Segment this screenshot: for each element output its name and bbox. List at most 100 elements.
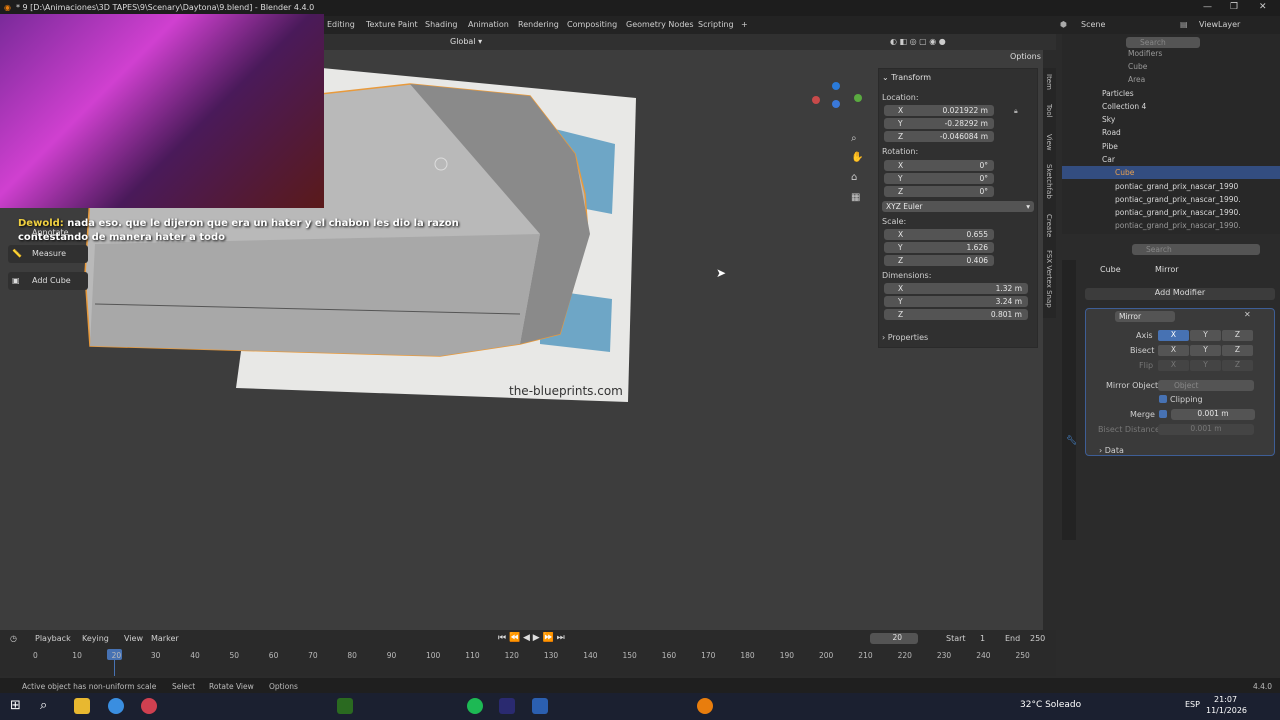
tab-sketchfab[interactable]: Sketchfab bbox=[1045, 164, 1053, 199]
outliner-row[interactable]: Cube bbox=[1062, 60, 1280, 73]
blueprint-site-label: the-blueprints.com bbox=[509, 384, 623, 398]
photoshop-icon[interactable] bbox=[337, 698, 353, 714]
windows-start-icon[interactable]: ⊞ bbox=[10, 698, 21, 713]
tab-create[interactable]: Create bbox=[1045, 214, 1053, 237]
bisect-z-toggle[interactable]: Z bbox=[1222, 345, 1253, 356]
transform-section[interactable]: ⌄ Transform bbox=[882, 73, 931, 82]
shading-mode-icons[interactable]: ◐ ◧ ◎ ▢ ◉ ● bbox=[890, 37, 946, 46]
current-frame-field[interactable]: 20 bbox=[870, 633, 918, 644]
opera-icon[interactable] bbox=[141, 698, 157, 714]
transform-orientation-dropdown[interactable]: Global ▾ bbox=[450, 37, 482, 46]
tab-shading[interactable]: Shading bbox=[425, 20, 458, 29]
outliner-row[interactable]: pontiac_grand_prix_nascar_1990. bbox=[1062, 206, 1280, 219]
zoom-icon[interactable]: ⌕ bbox=[851, 133, 857, 144]
tab-texture-paint[interactable]: Texture Paint bbox=[366, 20, 418, 29]
modifier-name-field[interactable]: Mirror bbox=[1115, 311, 1175, 322]
merge-value-field[interactable]: 0.001 m bbox=[1171, 409, 1255, 420]
word-icon[interactable] bbox=[532, 698, 548, 714]
axis-z-toggle[interactable]: Z bbox=[1222, 330, 1253, 341]
outliner-row[interactable]: Collection 4 bbox=[1062, 100, 1280, 113]
bisect-x-toggle[interactable]: X bbox=[1158, 345, 1189, 356]
maximize-icon[interactable]: ❐ bbox=[1230, 2, 1238, 12]
bisect-y-toggle[interactable]: Y bbox=[1190, 345, 1221, 356]
spotify-icon[interactable] bbox=[467, 698, 483, 714]
view-layer-selector[interactable]: ViewLayer bbox=[1199, 20, 1240, 29]
tool-annotate[interactable]: Annotate bbox=[8, 224, 88, 242]
tab-tool[interactable]: Tool bbox=[1045, 104, 1053, 118]
add-modifier-button[interactable]: Add Modifier bbox=[1085, 288, 1275, 300]
scale-y-field[interactable]: Y 1.626 bbox=[884, 242, 994, 253]
properties-search-input[interactable]: Search bbox=[1132, 244, 1260, 255]
tab-view[interactable]: View bbox=[1045, 134, 1053, 151]
playback-controls[interactable]: ⏮ ⏪ ◀ ▶ ⏩ ⏭ bbox=[498, 633, 565, 643]
axis-x-toggle[interactable]: X bbox=[1158, 330, 1189, 341]
scene-selector[interactable]: Scene bbox=[1081, 20, 1105, 29]
keying-menu[interactable]: Keying bbox=[82, 634, 109, 643]
blender-taskbar-icon[interactable] bbox=[697, 698, 713, 714]
outliner-row[interactable]: Particles bbox=[1062, 87, 1280, 100]
outliner-row[interactable]: pontiac_grand_prix_nascar_1990 bbox=[1062, 180, 1280, 193]
tab-geometry-nodes[interactable]: Geometry Nodes bbox=[626, 20, 693, 29]
location-x-field[interactable]: X 0.021922 m bbox=[884, 105, 994, 116]
tab-compositing[interactable]: Compositing bbox=[567, 20, 617, 29]
close-icon[interactable]: ✕ bbox=[1259, 2, 1267, 12]
data-section[interactable]: › Data bbox=[1099, 446, 1124, 455]
clipping-checkbox[interactable] bbox=[1159, 395, 1167, 403]
rotation-x-field[interactable]: X 0° bbox=[884, 160, 994, 171]
flip-y-toggle[interactable]: Y bbox=[1190, 360, 1221, 371]
outliner-row[interactable]: Modifiers bbox=[1062, 47, 1280, 60]
modifier-close-icon[interactable]: ✕ bbox=[1244, 310, 1251, 319]
tab-item[interactable]: Item bbox=[1045, 74, 1053, 90]
tab-rendering[interactable]: Rendering bbox=[518, 20, 559, 29]
outliner-row-selected[interactable]: Cube bbox=[1062, 166, 1280, 179]
flip-x-toggle[interactable]: X bbox=[1158, 360, 1189, 371]
location-y-field[interactable]: Y -0.28292 m bbox=[884, 118, 994, 129]
dimensions-z-field[interactable]: Z 0.801 m bbox=[884, 309, 1028, 320]
start-frame-field[interactable]: 1 bbox=[980, 634, 985, 643]
camera-icon[interactable]: ⌂ bbox=[851, 172, 857, 183]
lock-icon[interactable]: 🔒︎ bbox=[1014, 107, 1018, 116]
add-workspace-button[interactable]: + bbox=[741, 20, 748, 29]
outliner-row[interactable]: pontiac_grand_prix_nascar_1990. bbox=[1062, 193, 1280, 206]
grid-view-icon[interactable]: ▦ bbox=[851, 192, 860, 203]
dimensions-x-field[interactable]: X 1.32 m bbox=[884, 283, 1028, 294]
view-menu[interactable]: View bbox=[124, 634, 143, 643]
timeline-editor-icon[interactable]: ◷ bbox=[10, 634, 17, 643]
tool-measure[interactable]: 📏 Measure bbox=[8, 245, 88, 263]
after-effects-icon[interactable] bbox=[499, 698, 515, 714]
marker-menu[interactable]: Marker bbox=[151, 634, 179, 643]
outliner-row[interactable]: Road bbox=[1062, 126, 1280, 139]
tab-scripting[interactable]: Scripting bbox=[698, 20, 734, 29]
flip-z-toggle[interactable]: Z bbox=[1222, 360, 1253, 371]
outliner-row[interactable]: Sky bbox=[1062, 113, 1280, 126]
rotation-y-field[interactable]: Y 0° bbox=[884, 173, 994, 184]
outliner-row[interactable]: pontiac_grand_prix_nascar_1990. bbox=[1062, 219, 1280, 232]
axis-y-toggle[interactable]: Y bbox=[1190, 330, 1221, 341]
rotation-mode-dropdown[interactable]: XYZ Euler ▾ bbox=[882, 201, 1034, 212]
tab-editing[interactable]: Editing bbox=[327, 20, 355, 29]
outliner-row[interactable]: Pibe bbox=[1062, 140, 1280, 153]
minimize-icon[interactable]: — bbox=[1203, 2, 1212, 12]
end-frame-field[interactable]: 250 bbox=[1030, 634, 1045, 643]
search-icon[interactable]: ⌕ bbox=[40, 698, 47, 713]
pan-hand-icon[interactable]: ✋ bbox=[851, 152, 863, 163]
bisect-distance-field[interactable]: 0.001 m bbox=[1158, 424, 1254, 435]
tab-animation[interactable]: Animation bbox=[468, 20, 509, 29]
mirror-object-field[interactable]: Object bbox=[1158, 380, 1254, 391]
tab-fsx-vertex-snap[interactable]: FSX Vertex Snap bbox=[1045, 250, 1053, 308]
scale-x-field[interactable]: X 0.655 bbox=[884, 229, 994, 240]
options-dropdown[interactable]: Options bbox=[1010, 52, 1041, 61]
file-explorer-icon[interactable] bbox=[74, 698, 90, 714]
modifier-wrench-icon[interactable]: 🔧︎ bbox=[1066, 436, 1077, 446]
playback-menu[interactable]: Playback bbox=[35, 634, 71, 643]
dimensions-y-field[interactable]: Y 3.24 m bbox=[884, 296, 1028, 307]
merge-checkbox[interactable] bbox=[1159, 410, 1167, 418]
outliner-row[interactable]: Area bbox=[1062, 73, 1280, 86]
location-z-field[interactable]: Z -0.046084 m bbox=[884, 131, 994, 142]
properties-section[interactable]: › Properties bbox=[882, 333, 928, 342]
rotation-z-field[interactable]: Z 0° bbox=[884, 186, 994, 197]
chrome-icon[interactable] bbox=[108, 698, 124, 714]
tool-add-cube[interactable]: ▣ Add Cube bbox=[8, 272, 88, 290]
outliner-row[interactable]: Car bbox=[1062, 153, 1280, 166]
scale-z-field[interactable]: Z 0.406 bbox=[884, 255, 994, 266]
